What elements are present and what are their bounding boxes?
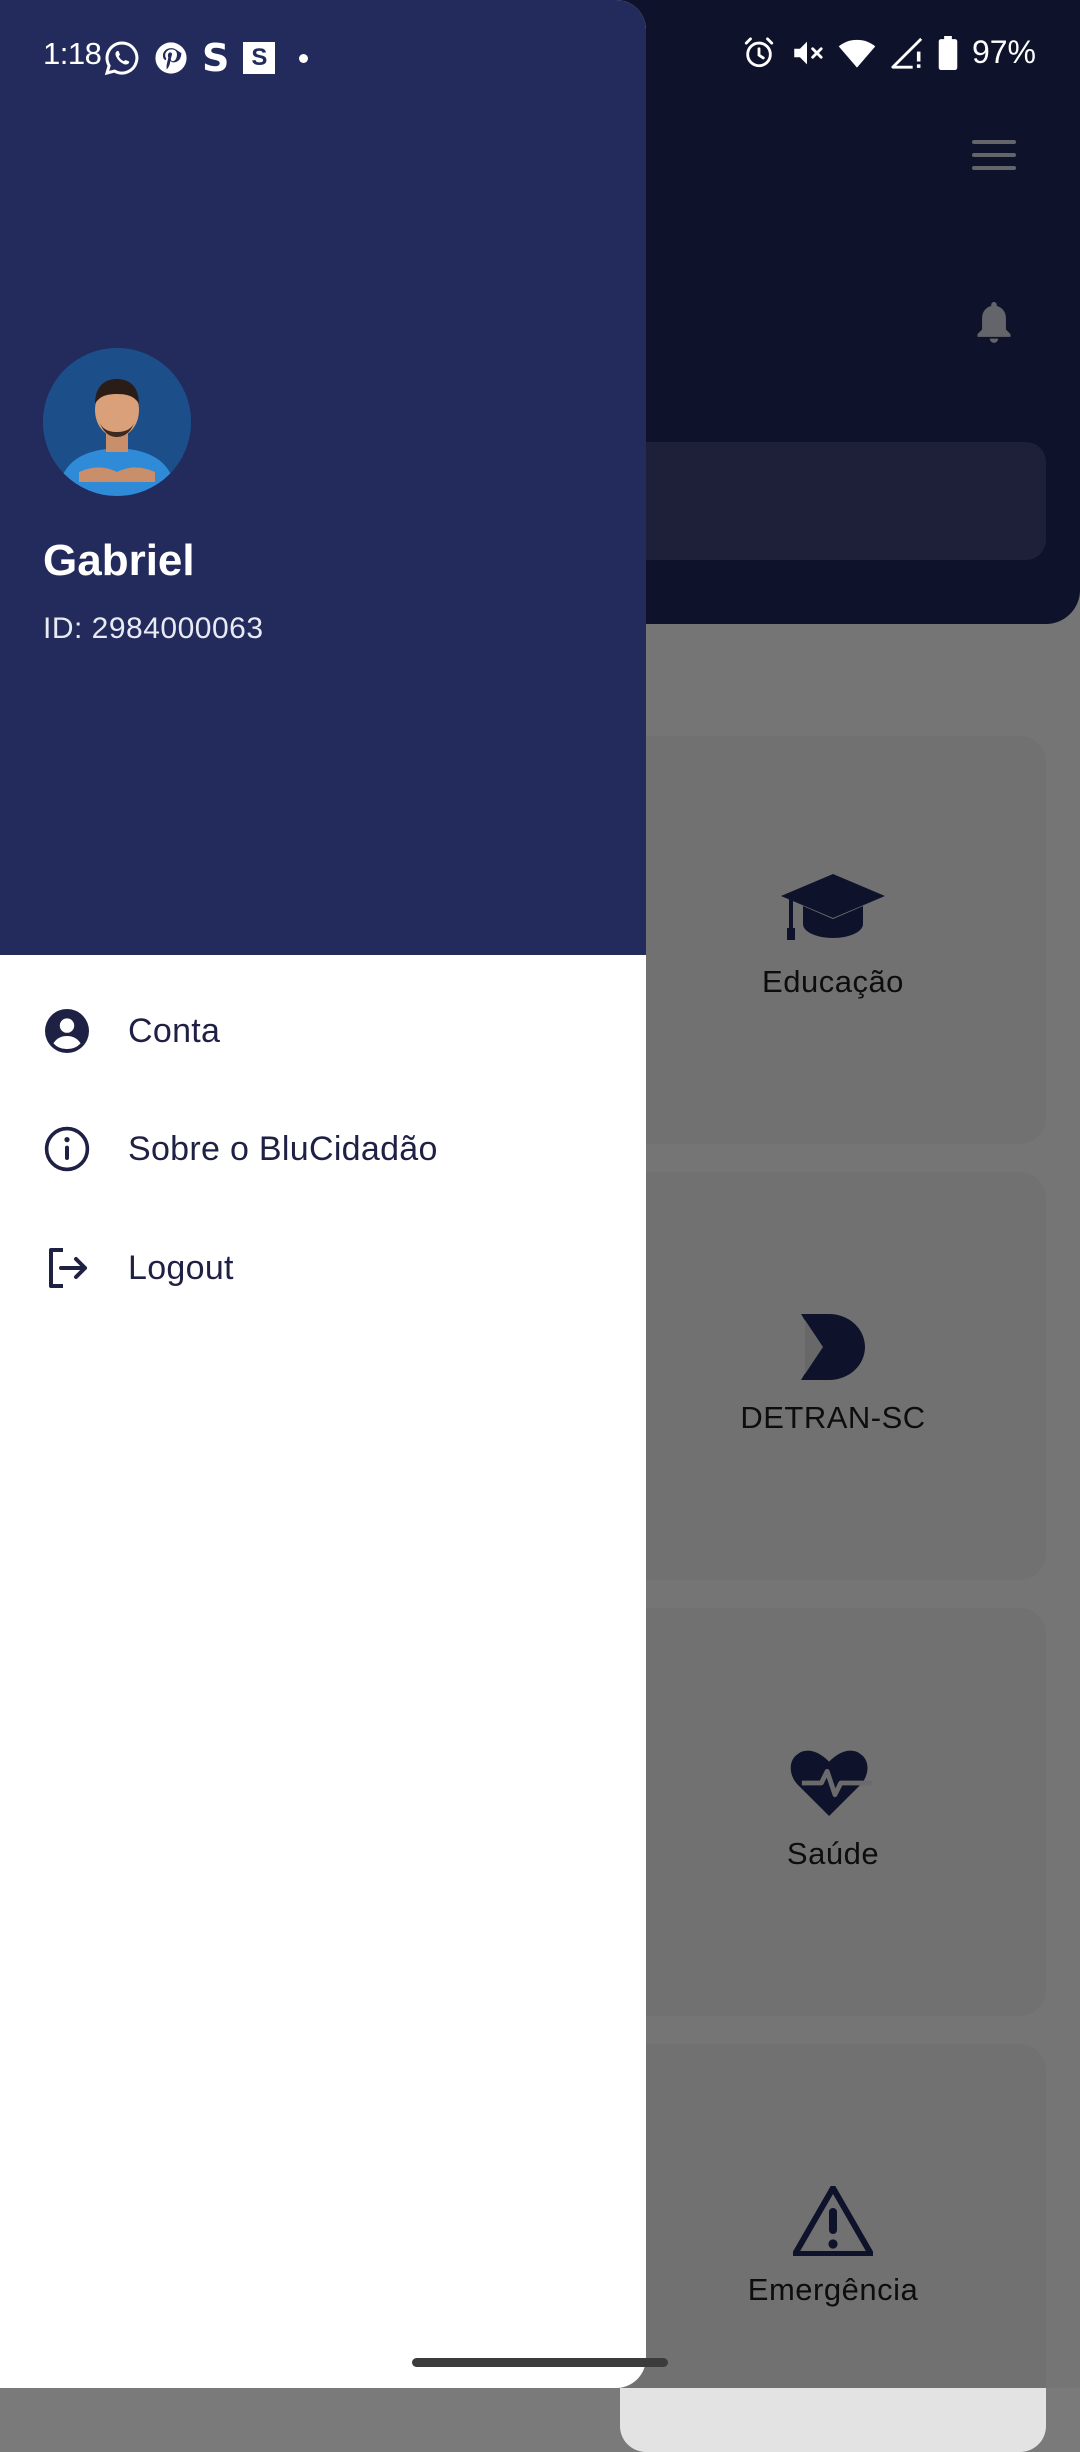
whatsapp-icon xyxy=(104,41,139,76)
avatar[interactable] xyxy=(43,348,191,496)
system-icons: 97% xyxy=(742,34,1036,71)
drawer-item-label: Logout xyxy=(128,1248,234,1287)
s-app-icon: S xyxy=(202,36,230,80)
wifi-icon xyxy=(838,39,876,68)
profile-photo xyxy=(43,348,191,496)
dot-icon xyxy=(299,53,309,63)
drawer-item-label: Sobre o BluCidadão xyxy=(128,1129,438,1168)
drawer-header: Gabriel ID: 2984000063 xyxy=(0,0,646,955)
navigation-drawer: Gabriel ID: 2984000063 Conta Sobre o Blu… xyxy=(0,0,646,2388)
s-box-app-icon: S xyxy=(243,42,276,74)
battery-percentage: 97% xyxy=(971,34,1036,70)
logout-icon xyxy=(49,1248,87,1288)
alarm-icon xyxy=(744,36,774,67)
signal-icon xyxy=(891,37,923,69)
info-icon xyxy=(44,1126,90,1172)
notification-icons: S S xyxy=(104,36,309,80)
gesture-home-indicator[interactable] xyxy=(412,2358,668,2367)
drawer-item-sobre[interactable]: Sobre o BluCidadão xyxy=(0,1090,646,1208)
user-id: ID: 2984000063 xyxy=(43,612,264,645)
status-time: 1:18 xyxy=(43,36,102,71)
status-bar: 1:18 S S 97% xyxy=(0,0,1080,110)
drawer-item-logout[interactable]: Logout xyxy=(0,1209,646,1327)
account-circle-icon xyxy=(45,1009,89,1053)
battery-icon xyxy=(938,35,958,70)
vibrate-off-icon xyxy=(794,41,823,64)
pinterest-icon xyxy=(155,42,187,74)
drawer-item-label: Conta xyxy=(128,1011,221,1050)
drawer-item-conta[interactable]: Conta xyxy=(0,972,646,1090)
user-name: Gabriel xyxy=(43,536,195,585)
